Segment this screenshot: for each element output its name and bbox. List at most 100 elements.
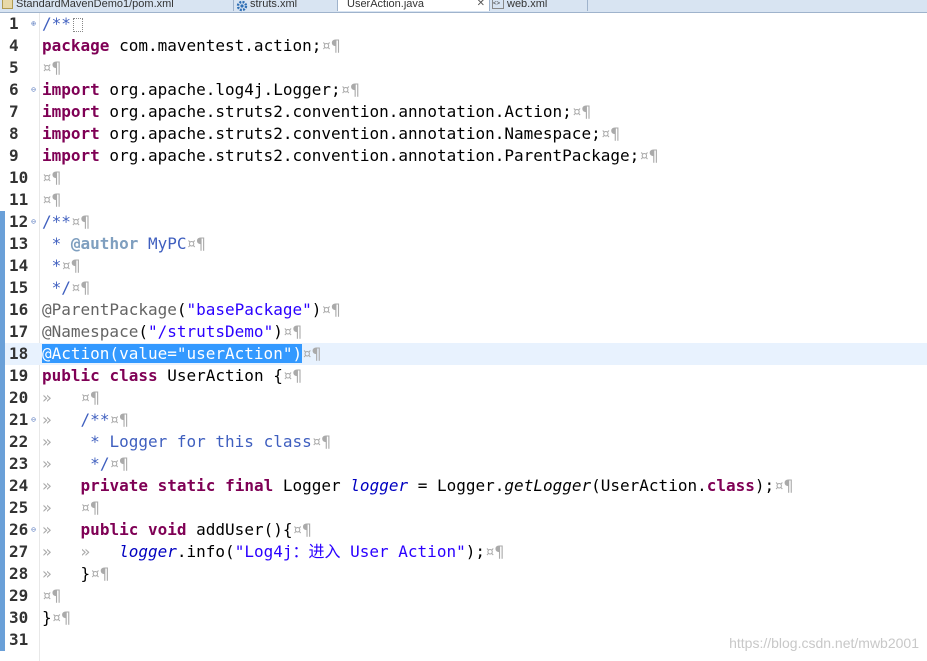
collapse-icon[interactable]: ⊖ (29, 217, 38, 226)
code-token: class (706, 476, 755, 495)
code-line[interactable]: 8 import org.apache.struts2.convention.an… (0, 123, 927, 145)
tab-pom-xml[interactable]: StandardMavenDemo1/pom.xml (0, 0, 234, 11)
code-token: org.apache.struts2.convention.annotation… (99, 124, 601, 143)
change-marker (0, 585, 5, 607)
code-line[interactable]: 9 import org.apache.struts2.convention.an… (0, 145, 927, 167)
code-line[interactable]: 24 » private static final Logger logger =… (0, 475, 927, 497)
whitespace-marker: ¤¶ (186, 234, 206, 253)
code-token: "/strutsDemo" (147, 322, 274, 341)
code-token: logger (350, 476, 409, 495)
code-line[interactable]: 15 */¤¶ (0, 277, 927, 299)
change-marker (0, 299, 5, 321)
code-token: import (42, 124, 100, 143)
code-line[interactable]: 23 » */¤¶ (0, 453, 927, 475)
code-token: public (42, 366, 100, 385)
line-number: 31 (9, 630, 29, 649)
line-number: 24 (9, 476, 29, 495)
whitespace-marker: ¤¶ (311, 432, 331, 451)
code-token: org.apache.log4j.Logger; (99, 80, 341, 99)
whitespace-marker: ¤¶ (90, 564, 110, 583)
tab-label: web.xml (507, 0, 548, 10)
tab-marker: » (42, 454, 52, 473)
code-token: /** (42, 14, 71, 33)
code-line[interactable]: 10 ¤¶ (0, 167, 927, 189)
code-line[interactable]: 20 » ¤¶ (0, 387, 927, 409)
code-line[interactable]: 5 ¤¶ (0, 57, 927, 79)
code-line[interactable]: 13 * @author MyPC¤¶ (0, 233, 927, 255)
xml-file-icon (2, 0, 13, 10)
line-number: 10 (9, 168, 29, 187)
change-marker (0, 321, 5, 343)
whitespace-marker: ¤¶ (109, 410, 129, 429)
whitespace-marker: ¤¶ (61, 256, 81, 275)
line-number: 23 (9, 454, 29, 473)
change-marker (0, 277, 5, 299)
whitespace-marker: ¤¶ (340, 80, 360, 99)
code-line[interactable]: 27 » » logger.info("Log4j：进入 User Action"… (0, 541, 927, 563)
editor-tab-bar: StandardMavenDemo1/pom.xml struts.xml Us… (0, 0, 927, 13)
code-line[interactable]: 28 » }¤¶ (0, 563, 927, 585)
change-marker (0, 409, 5, 431)
tab-marker: » (42, 542, 52, 561)
code-line[interactable]: 25 » ¤¶ (0, 497, 927, 519)
code-line[interactable]: 4 package com.maventest.action;¤¶ (0, 35, 927, 57)
code-line[interactable]: 11 ¤¶ (0, 189, 927, 211)
line-number: 5 (9, 58, 19, 77)
collapse-icon[interactable]: ⊖ (29, 85, 38, 94)
code-token: .info( (176, 542, 235, 561)
code-line[interactable]: 7 import org.apache.struts2.convention.an… (0, 101, 927, 123)
code-token: } (42, 608, 52, 627)
tab-label: struts.xml (250, 0, 298, 10)
collapsed-marker[interactable] (72, 17, 83, 32)
code-line[interactable]: 26 ⊖» public void addUser(){¤¶ (0, 519, 927, 541)
code-line[interactable]: 21 ⊖» /**¤¶ (0, 409, 927, 431)
tab-label: StandardMavenDemo1/pom.xml (16, 0, 174, 10)
code-line[interactable]: 19 public class UserAction {¤¶ (0, 365, 927, 387)
code-line[interactable]: 16 @ParentPackage("basePackage")¤¶ (0, 299, 927, 321)
code-token: "basePackage" (186, 300, 312, 319)
code-text: ¤¶ (42, 189, 61, 211)
code-text: package com.maventest.action;¤¶ (42, 35, 341, 57)
code-line[interactable]: 29 ¤¶ (0, 585, 927, 607)
code-token: org.apache.struts2.convention.annotation… (99, 146, 640, 165)
code-line[interactable]: 12 ⊖/**¤¶ (0, 211, 927, 233)
line-number: 29 (9, 586, 29, 605)
code-line[interactable]: 1 ⊕/** (0, 13, 927, 35)
collapse-icon[interactable]: ⊖ (29, 415, 38, 424)
code-token: ) (273, 322, 283, 341)
code-text: ¤¶ (42, 585, 61, 607)
code-text: ¤¶ (42, 57, 61, 79)
tab-struts-xml[interactable]: struts.xml (234, 0, 338, 11)
code-token: ); (465, 542, 485, 561)
line-number: 8 (9, 124, 19, 143)
code-line[interactable]: 17 @Namespace("/strutsDemo")¤¶ (0, 321, 927, 343)
change-marker (0, 343, 5, 365)
line-number: 17 (9, 322, 29, 341)
code-text: import org.apache.log4j.Logger;¤¶ (42, 79, 360, 101)
whitespace-marker: ¤¶ (42, 58, 62, 77)
change-marker (0, 475, 5, 497)
code-token: getLogger (504, 476, 592, 495)
code-text: » ¤¶ (42, 497, 100, 519)
code-line[interactable]: 6 ⊖ import org.apache.log4j.Logger;¤¶ (0, 79, 927, 101)
code-line[interactable]: 30}¤¶ (0, 607, 927, 629)
code-line[interactable]: 22 » * Logger for this class¤¶ (0, 431, 927, 453)
code-line[interactable]: 18 @Action(value="userAction")¤¶ (0, 343, 927, 365)
whitespace-marker: ¤¶ (109, 454, 129, 473)
code-token: import (42, 102, 100, 121)
collapse-icon[interactable]: ⊖ (29, 525, 38, 534)
expand-icon[interactable]: ⊕ (29, 19, 38, 28)
code-text: public class UserAction {¤¶ (42, 365, 302, 387)
line-number: 30 (9, 608, 29, 627)
close-icon[interactable]: ✕ (477, 0, 485, 11)
whitespace-marker: ¤¶ (42, 190, 62, 209)
code-token: = Logger. (408, 476, 505, 495)
tab-useraction-java[interactable]: UserAction.java ✕ (338, 0, 490, 11)
change-marker (0, 629, 5, 651)
tab-marker: » (42, 410, 52, 429)
code-line[interactable]: 14 *¤¶ (0, 255, 927, 277)
change-marker (0, 453, 5, 475)
tab-web-xml[interactable]: <> web.xml (490, 0, 588, 11)
tab-marker: » (80, 542, 91, 561)
code-token: public (80, 520, 139, 539)
